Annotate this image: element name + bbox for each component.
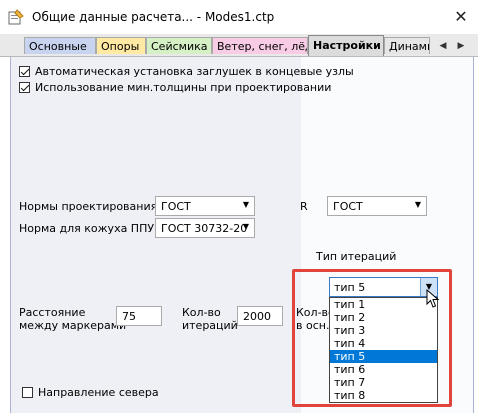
tab-wind-snow-ice[interactable]: Ветер, снег, лёд — [212, 37, 308, 54]
iter-count-label-1: Кол-во — [182, 306, 221, 319]
norms-label: Нормы проектирования — [19, 200, 158, 213]
ppu-select[interactable]: ГОСТ 30732-20 ▼ — [155, 218, 255, 238]
iteration-option[interactable]: тип 8 — [330, 389, 437, 402]
window-title: Общие данные расчета... - Modes1.ctp — [32, 10, 275, 24]
iteration-type-dropdown: тип 1 тип 2 тип 3 тип 4 тип 5 тип 6 тип … — [329, 297, 438, 403]
auto-plugs-checkbox-row[interactable]: Автоматическая установка заглушек в конц… — [19, 65, 354, 78]
auto-plugs-checkbox[interactable] — [19, 66, 30, 77]
r-value: ГОСТ — [333, 200, 363, 213]
min-thickness-checkbox[interactable] — [19, 82, 30, 93]
r-label: R — [300, 200, 308, 213]
north-checkbox-row[interactable]: Направление севера — [22, 386, 159, 399]
iteration-type-value: тип 5 — [334, 281, 366, 294]
north-checkbox[interactable] — [22, 387, 33, 398]
iteration-type-select[interactable]: тип 5 ▼ — [329, 277, 438, 297]
marker-distance-label-2: между маркерами — [19, 319, 127, 332]
iter-count-value: 2000 — [243, 310, 271, 323]
chevron-down-icon: ▼ — [414, 200, 421, 209]
tab-basic[interactable]: Основные — [24, 37, 96, 54]
tab-next-icon[interactable]: ▶ — [454, 38, 468, 54]
tab-prev-icon[interactable]: ◀ — [436, 38, 450, 54]
iteration-option[interactable]: тип 7 — [330, 376, 437, 389]
chevron-down-icon: ▼ — [242, 222, 249, 231]
iteration-option[interactable]: тип 3 — [330, 324, 437, 337]
tab-dynamics[interactable]: Динами — [384, 37, 430, 54]
tab-strip: Основные Опоры Сейсмика Ветер, снег, лёд… — [0, 34, 478, 57]
auto-plugs-label: Автоматическая установка заглушек в конц… — [35, 65, 354, 78]
ppu-value: ГОСТ 30732-20 — [161, 222, 248, 235]
close-button[interactable]: ✕ — [450, 7, 472, 27]
min-thickness-checkbox-row[interactable]: Использование мин.толщины при проектиров… — [19, 81, 331, 94]
marker-distance-label-1: Расстояние — [19, 306, 86, 319]
title-bar: Общие данные расчета... - Modes1.ctp ✕ — [0, 0, 478, 34]
iter-count-label-2: итераций — [182, 319, 238, 332]
mouse-cursor-icon — [426, 289, 440, 308]
r-select[interactable]: ГОСТ ▼ — [327, 196, 427, 216]
min-thickness-label: Использование мин.толщины при проектиров… — [35, 81, 332, 94]
chevron-down-icon: ▼ — [242, 200, 249, 209]
tab-supports[interactable]: Опоры — [96, 37, 146, 54]
ppu-label: Норма для кожуха ППУ — [19, 222, 155, 235]
tab-seismic[interactable]: Сейсмика — [146, 37, 212, 54]
iteration-option[interactable]: тип 6 — [330, 363, 437, 376]
norms-select[interactable]: ГОСТ ▼ — [155, 196, 255, 216]
iteration-option[interactable]: тип 2 — [330, 311, 437, 324]
iteration-type-label: Тип итераций — [316, 250, 397, 263]
marker-distance-value: 75 — [122, 310, 136, 323]
north-label: Направление севера — [38, 386, 159, 399]
iteration-option-selected[interactable]: тип 5 — [330, 350, 437, 363]
iteration-option[interactable]: тип 1 — [330, 298, 437, 311]
iter-count-input[interactable]: 2000 — [237, 306, 283, 326]
iteration-option[interactable]: тип 4 — [330, 337, 437, 350]
marker-distance-input[interactable]: 75 — [116, 306, 162, 326]
app-icon — [8, 9, 24, 25]
tab-settings[interactable]: Настройки — [308, 35, 384, 56]
norms-value: ГОСТ — [161, 200, 191, 213]
